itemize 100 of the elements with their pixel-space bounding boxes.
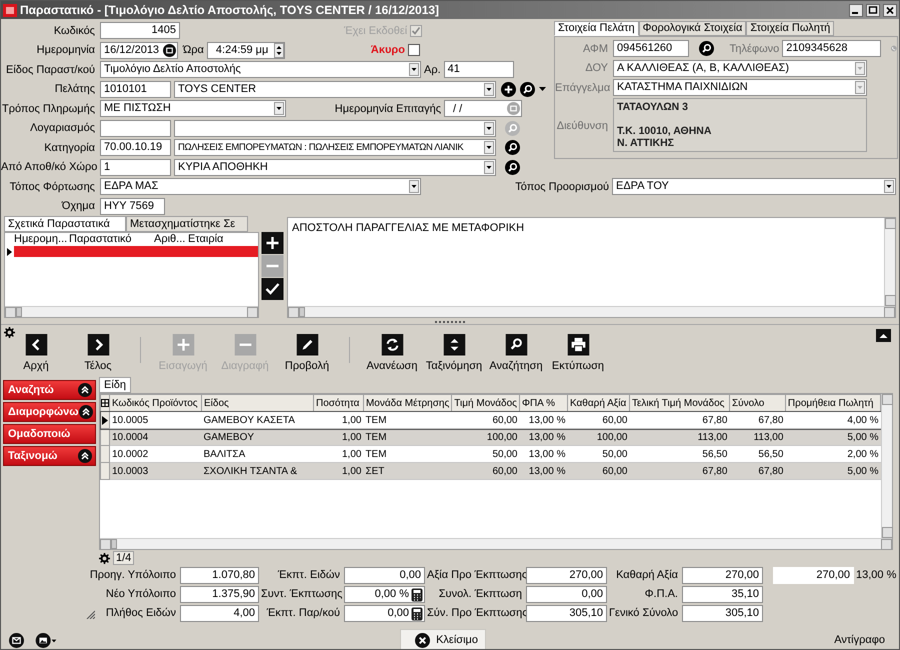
splitter-handle[interactable] [435,320,465,322]
tab[interactable]: Είδη [99,377,132,393]
profession-dropdown[interactable]: ΚΑΤΑΣΤΗΜΑ ΠΑΙΧΝΙΔΙΩΝ [613,79,867,96]
total-field[interactable]: 305,10 [526,605,607,622]
collapse-icon[interactable] [876,329,891,342]
total-field[interactable]: 270,00 [682,567,763,584]
toolbar-button[interactable]: Αναζήτηση [485,325,547,374]
total-field[interactable]: 4,00 [180,605,259,622]
cheque-date-field[interactable]: / / [444,100,522,118]
total-field[interactable]: 1.070,80 [180,567,259,584]
chevron-up-icon[interactable] [78,383,92,397]
column-header[interactable]: Μονάδα Μέτρησης [363,394,452,412]
date-field[interactable]: 16/12/2013 [100,42,178,59]
column-header[interactable]: Κωδικός Προϊόντος [110,394,202,412]
vertical-scrollbar[interactable] [884,218,895,306]
tab[interactable]: Φορολογικά Στοιχεία [638,21,746,36]
total-field[interactable]: 305,10 [682,605,763,622]
column-header[interactable]: Ημερομη... [14,233,68,245]
phone-field[interactable]: 2109345628 [782,40,882,58]
column-header[interactable]: Αριθ... [154,233,186,245]
warehouse-dropdown[interactable]: ΚΥΡΙΑ ΑΠΟΘΗΚΗ [174,158,496,176]
total-field[interactable]: 0,00 % [344,586,425,603]
mail-icon[interactable] [9,632,24,648]
spinner-icon[interactable] [274,42,284,58]
search-icon[interactable] [699,41,714,56]
settings-icon[interactable] [4,327,15,338]
warehouse-code-field[interactable]: 1 [100,158,171,176]
chevron-up-icon[interactable] [78,405,93,419]
vehicle-field[interactable]: ΗΥΥ 7569 [100,198,165,215]
close-icon[interactable] [883,4,897,16]
toolbar-button[interactable]: Προβολή [276,325,338,374]
side-button[interactable]: Διαμορφώνω [3,402,96,422]
column-header[interactable]: ΦΠΑ % [519,394,568,412]
tab[interactable]: Σχετικά Παραστατικά [4,216,126,232]
toolbar-button[interactable]: Τέλος [67,325,129,374]
search-icon[interactable] [520,82,535,97]
table-row[interactable]: 10.0002 ΒΑΛΙΤΣΑ 1,00 ΤΕΜ 50,00 13,00 % 50,00 56,50 56,50 2,00 % [100,446,880,462]
destination-dropdown[interactable]: ΕΔΡΑ ΤΟΥ [612,178,896,196]
document-type-dropdown[interactable]: Τιμολόγιο Δελτίο Αποστολής [100,61,421,78]
category-dropdown[interactable]: ΠΩΛΗΣΕΙΣ ΕΜΠΟΡΕΥΜΑΤΩΝ : ΠΩΛΗΣΕΙΣ ΕΜΠΟΡΕΥΜΑΤΩΝ ΛΙΑΝΙΚ [174,139,496,156]
calendar-icon[interactable] [163,44,176,57]
column-header[interactable]: Παραστατικό [69,233,132,245]
side-button[interactable]: Αναζητώ [3,380,96,400]
vertical-scrollbar[interactable] [881,394,892,538]
search-icon[interactable] [505,160,520,175]
tax-office-dropdown[interactable]: Α ΚΑΛΛΙΘΕΑΣ (Α, Β, ΚΑΛΛΙΘΕΑΣ) [613,60,867,77]
notes-field[interactable]: ΑΠΟΣΤΟΛΗ ΠΑΡΑΓΓΕΛΙΑΣ ΜΕ ΜΕΤΑΦΟΡΙΚΗ [287,217,896,318]
calculator-icon[interactable] [411,588,423,602]
toolbar-button[interactable]: Ταξινόμηση [423,325,485,374]
loading-place-dropdown[interactable]: ΕΔΡΑ ΜΑΣ [100,178,421,196]
tab[interactable]: Στοιχεία Πωλητή [746,21,834,36]
total-field[interactable]: 1.375,90 [180,586,259,603]
side-button[interactable]: Ταξινομώ [3,446,96,466]
code-field[interactable]: 1405 [100,22,180,40]
column-header[interactable]: Προμήθεια Πωλητή [785,394,880,412]
search-icon[interactable] [505,140,520,156]
total-field[interactable]: 0,00 [526,586,607,603]
column-header[interactable]: Τιμή Μονάδος [452,394,520,412]
column-header[interactable]: Είδος [201,394,314,412]
add-button[interactable] [261,232,284,254]
column-header[interactable]: Εταιρία [188,233,224,245]
account-code-field[interactable] [100,120,171,137]
column-header[interactable]: Τελική Τιμή Μονάδος [629,394,730,412]
vat-base-field[interactable]: 270,00 [773,567,854,584]
maximize-icon[interactable] [866,4,880,16]
category-code-field[interactable]: 70.00.10.19 [100,139,171,156]
customer-code-field[interactable]: 1010101 [100,80,171,98]
column-header[interactable]: Σύνολο [729,394,786,412]
minimize-icon[interactable] [849,4,863,16]
payment-method-dropdown[interactable]: ΜΕ ΠΙΣΤΩΣΗ [100,100,286,118]
horizontal-scrollbar[interactable] [288,306,895,317]
close-button[interactable]: Κλείσιμο [400,629,486,649]
add-icon[interactable] [501,82,516,97]
checkbox[interactable] [408,44,420,56]
vat-number-field[interactable]: 094561260 [613,40,689,58]
confirm-button[interactable] [261,278,284,300]
toolbar-button[interactable]: Εκτύπωση [547,325,609,374]
toolbar-button[interactable]: Ανανέωση [361,325,423,374]
grid-icon[interactable] [101,399,109,407]
toolbar-button[interactable]: Αρχή [5,325,67,374]
image-icon[interactable] [35,632,57,648]
horizontal-scrollbar[interactable] [100,538,892,549]
caret-icon[interactable] [539,86,546,92]
total-field[interactable]: 0,00 [344,605,425,622]
total-field[interactable]: 0,00 [344,567,425,584]
customer-name-dropdown[interactable]: TOYS CENTER [174,80,496,98]
time-field[interactable]: 4:24:59 μμ [206,42,285,59]
settings-icon[interactable] [99,552,110,564]
account-dropdown[interactable] [174,120,496,137]
number-field[interactable]: 41 [444,61,514,78]
tab[interactable]: Στοιχεία Πελάτη [554,21,639,36]
calculator-icon[interactable] [411,606,423,620]
tab[interactable]: Μετασχηματίστηκε Σε [126,216,248,232]
column-header[interactable]: Ποσότητα [313,394,364,412]
resize-grip-icon[interactable] [85,609,95,619]
table-row[interactable]: 10.0003 ΣΧΟΛΙΚΗ ΤΣΑΝΤΑ & 1,00 ΣΕΤ 60,00 13,00 % 60,00 67,80 67,80 5,00 % [100,462,880,480]
side-button[interactable]: Ομαδοποιώ [3,424,96,444]
column-header[interactable]: Καθαρή Αξία [567,394,630,412]
chevron-up-icon[interactable] [78,449,92,463]
address-field[interactable]: ΤΑΤΑΟΥΛΩΝ 3 Τ.Κ. 10010, ΑΘΗΝΑ Ν. ΑΤΤΙΚΗΣ [613,98,867,152]
